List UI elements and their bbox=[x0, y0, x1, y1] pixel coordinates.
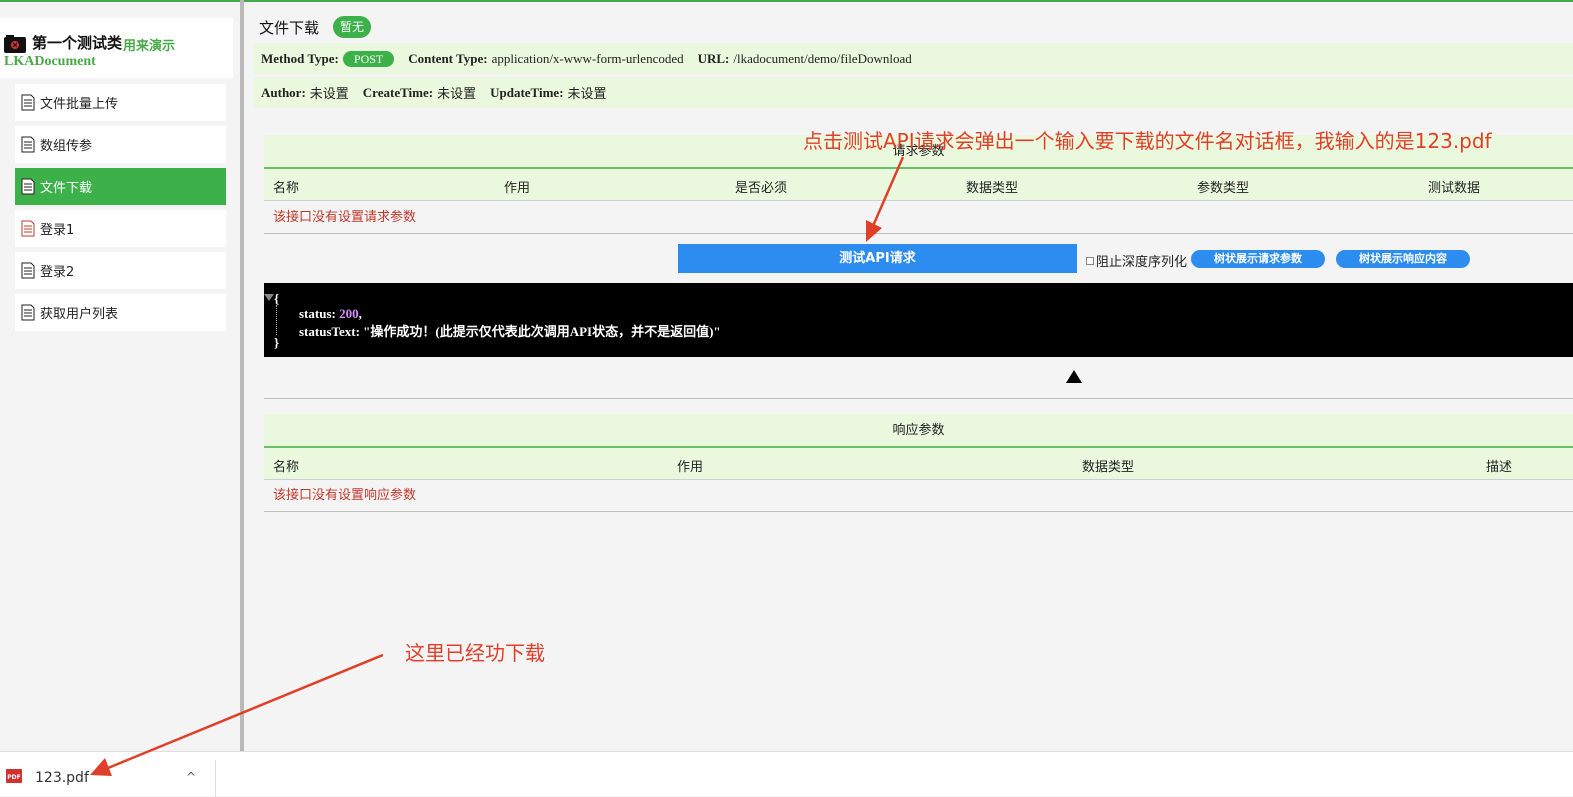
url-value: /lkadocument/demo/fileDownload bbox=[733, 50, 912, 66]
author-label: Author: bbox=[261, 84, 306, 100]
sidebar-item-label: 登录2 bbox=[40, 265, 75, 280]
divider bbox=[264, 398, 1573, 399]
column-header: 数据类型 bbox=[966, 181, 1019, 196]
json-status-key: status: bbox=[299, 306, 336, 321]
column-header: 数据类型 bbox=[1082, 460, 1135, 475]
column-header: 是否必须 bbox=[735, 181, 788, 196]
prevent-deep-serialize-label: 阻止深度序列化 bbox=[1096, 255, 1188, 270]
api-title: 文件下载 bbox=[259, 19, 320, 37]
response-params-header: 名称 作用 数据类型 描述 bbox=[264, 448, 1573, 480]
sidebar-menu: 文件批量上传 数组传参 文件下载 登录1 登录2 获取用户列表 bbox=[15, 84, 226, 336]
api-meta-row: Method Type: POST Content Type: applicat… bbox=[254, 43, 1573, 74]
download-file-name[interactable]: 123.pdf bbox=[35, 770, 89, 786]
author-value: 未设置 bbox=[309, 86, 349, 101]
response-console: { status: 200, statusText: "操作成功！(此提示仅代表… bbox=[264, 283, 1573, 357]
document-icon bbox=[21, 262, 35, 279]
column-header: 作用 bbox=[504, 181, 531, 196]
prevent-deep-serialize-option[interactable]: 阻止深度序列化 bbox=[1086, 251, 1187, 270]
brand-logo-icon bbox=[4, 35, 26, 53]
json-indent-guide bbox=[276, 305, 277, 335]
method-badge: POST bbox=[342, 50, 395, 67]
collapse-up-arrow-icon[interactable] bbox=[1066, 370, 1082, 383]
url-label: URL: bbox=[697, 50, 730, 66]
request-params-empty: 该接口没有设置请求参数 bbox=[264, 201, 1573, 234]
collapse-toggle-icon[interactable] bbox=[264, 294, 274, 301]
download-divider bbox=[215, 760, 216, 797]
brand-title: 第一个测试类 bbox=[32, 34, 123, 52]
sidebar-item-label: 文件批量上传 bbox=[40, 97, 119, 112]
sidebar-item-user-list[interactable]: 获取用户列表 bbox=[15, 294, 226, 331]
sidebar-item-batch-upload[interactable]: 文件批量上传 bbox=[15, 84, 226, 121]
chevron-up-icon[interactable]: ^ bbox=[186, 770, 196, 784]
content-type-label: Content Type: bbox=[408, 50, 488, 66]
annotation-top: 点击测试API请求会弹出一个输入要下载的文件名对话框，我输入的是123.pdf bbox=[803, 129, 1492, 153]
method-type-label: Method Type: bbox=[261, 50, 339, 66]
api-info-panel: 文件下载 暂无 Method Type: POST Content Type: … bbox=[254, 10, 1573, 116]
test-api-button[interactable]: 测试API请求 bbox=[678, 244, 1077, 273]
brand-subtitle: 用来演示 bbox=[123, 39, 176, 54]
document-icon bbox=[21, 136, 35, 153]
json-status-value: 200 bbox=[339, 306, 359, 321]
brand-header: 第一个测试类 用来演示 LKADocument bbox=[0, 18, 233, 78]
tree-request-params-button[interactable]: 树状展示请求参数 bbox=[1191, 250, 1325, 268]
create-time-value: 未设置 bbox=[437, 86, 477, 101]
sidebar-item-label: 数组传参 bbox=[40, 139, 93, 154]
json-status-text-line: statusText: "操作成功！(此提示仅代表此次调用API状态，并不是返回… bbox=[299, 321, 721, 340]
response-params-title: 响应参数 bbox=[264, 414, 1573, 448]
json-comma: , bbox=[358, 306, 362, 321]
sidebar-item-file-download[interactable]: 文件下载 bbox=[15, 168, 226, 205]
sidebar-item-login-2[interactable]: 登录2 bbox=[15, 252, 226, 289]
json-status-text-key: statusText: bbox=[299, 324, 360, 339]
create-time-label: CreateTime: bbox=[362, 84, 434, 100]
update-time-value: 未设置 bbox=[567, 86, 607, 101]
column-header: 名称 bbox=[273, 181, 300, 196]
json-status-line: status: 200, bbox=[299, 306, 362, 322]
sidebar-item-label: 文件下载 bbox=[40, 181, 93, 196]
brand-name: LKADocument bbox=[4, 54, 96, 69]
annotation-bottom: 这里已经功下载 bbox=[405, 641, 545, 665]
column-header: 描述 bbox=[1486, 460, 1513, 475]
status-badge: 暂无 bbox=[333, 16, 372, 38]
update-time-label: UpdateTime: bbox=[490, 84, 564, 100]
pdf-file-icon: PDF bbox=[6, 769, 22, 783]
svg-text:PDF: PDF bbox=[7, 774, 20, 781]
sidebar-item-array-params[interactable]: 数组传参 bbox=[15, 126, 226, 163]
json-status-text-value: "操作成功！(此提示仅代表此次调用API状态，并不是返回值)" bbox=[363, 324, 721, 339]
document-icon bbox=[21, 178, 35, 195]
sidebar-item-label: 获取用户列表 bbox=[40, 307, 119, 322]
json-close-brace: } bbox=[274, 335, 280, 350]
download-bar: PDF 123.pdf ^ bbox=[0, 751, 1573, 797]
content-type-value: application/x-www-form-urlencoded bbox=[491, 50, 684, 66]
column-header: 参数类型 bbox=[1197, 181, 1250, 196]
api-author-row: Author: 未设置 CreateTime: 未设置 UpdateTime: … bbox=[254, 77, 1573, 108]
document-icon bbox=[21, 304, 35, 321]
column-header: 作用 bbox=[677, 460, 704, 475]
document-icon bbox=[21, 220, 35, 237]
document-icon bbox=[21, 94, 35, 111]
sidebar-item-label: 登录1 bbox=[40, 223, 75, 238]
tree-response-content-button[interactable]: 树状展示响应内容 bbox=[1336, 250, 1470, 268]
sidebar-item-login-1[interactable]: 登录1 bbox=[15, 210, 226, 247]
request-params-header: 名称 作用 是否必须 数据类型 参数类型 测试数据 bbox=[264, 169, 1573, 201]
sidebar: 第一个测试类 用来演示 LKADocument 文件批量上传 数组传参 文件下载… bbox=[0, 2, 240, 751]
response-params-empty: 该接口没有设置响应参数 bbox=[264, 479, 1573, 512]
column-header: 名称 bbox=[273, 460, 300, 475]
prevent-deep-serialize-checkbox[interactable] bbox=[1086, 256, 1094, 265]
column-header: 测试数据 bbox=[1428, 181, 1481, 196]
